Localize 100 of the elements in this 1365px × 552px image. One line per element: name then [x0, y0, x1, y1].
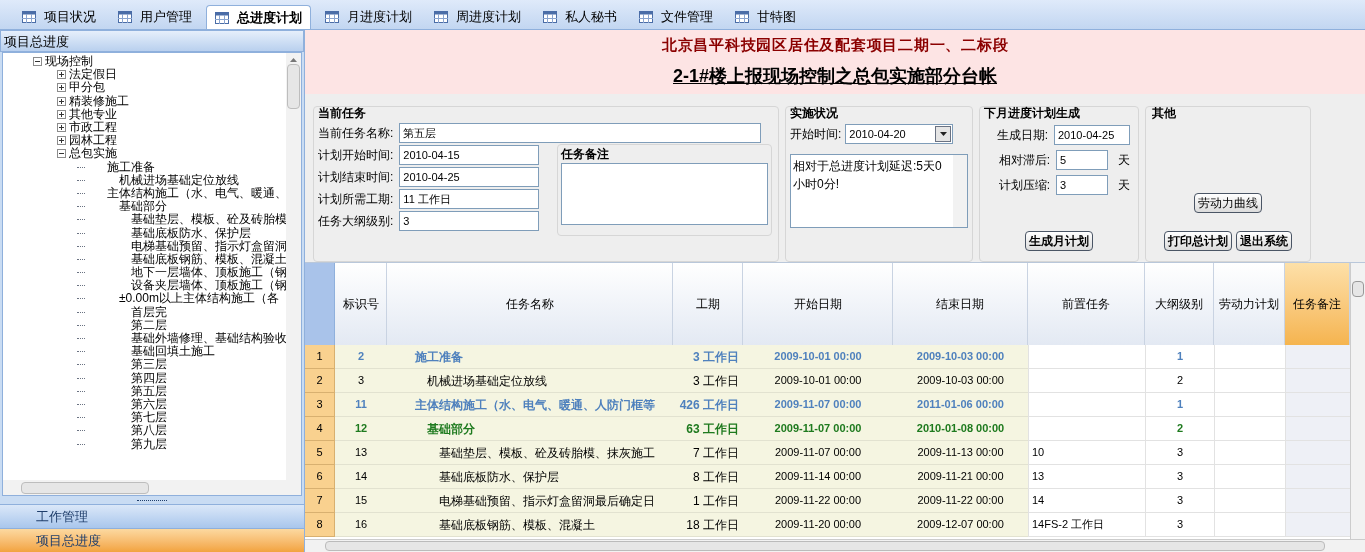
- table-row[interactable]: 8 16 基础底板钢筋、模板、混凝土 18 工作日 2009-11-20 00:00 2009-12-07 00:00 14FS-2 工作日 3: [305, 513, 1350, 537]
- column-header[interactable]: 前置任务: [1028, 263, 1145, 345]
- column-header[interactable]: 任务名称: [387, 263, 673, 345]
- table-cell: 1: [1145, 393, 1214, 417]
- tab[interactable]: 私人秘书: [535, 5, 625, 29]
- row-number: 1: [305, 345, 335, 369]
- textarea-scrollbar[interactable]: [953, 155, 967, 227]
- labor-curve-button[interactable]: 劳动力曲线: [1194, 193, 1262, 213]
- text-field[interactable]: 5: [1056, 149, 1108, 170]
- tree-item[interactable]: 电梯基础预留、指示灯盒留洞: [131, 239, 286, 253]
- tree-item[interactable]: 主体结构施工（水、电气、暖通、: [107, 186, 286, 200]
- column-header[interactable]: 劳动力计划: [1214, 263, 1285, 345]
- table-row[interactable]: 4 12 基础部分 63 工作日 2009-11-07 00:00 2010-01-08 00:00 2: [305, 417, 1350, 441]
- tree-item[interactable]: 其他专业: [69, 107, 117, 121]
- column-header[interactable]: 开始日期: [743, 263, 893, 345]
- tree-item[interactable]: 园林工程: [69, 134, 117, 148]
- table-cell: 13: [335, 441, 387, 465]
- tree-item[interactable]: 第三层: [131, 358, 167, 372]
- tree-item[interactable]: 基础回填土施工: [131, 345, 215, 359]
- scrollbar-thumb[interactable]: [325, 541, 1325, 551]
- expand-icon[interactable]: [57, 96, 66, 106]
- tab[interactable]: 项目状况: [14, 5, 104, 29]
- vertical-scrollbar[interactable]: [286, 53, 301, 480]
- tree-item[interactable]: 第六层: [131, 397, 167, 411]
- tree-item[interactable]: 基础部分: [119, 200, 167, 214]
- expand-icon[interactable]: [57, 136, 66, 146]
- collapse-icon[interactable]: [33, 57, 42, 67]
- tree-item[interactable]: 甲分包: [69, 81, 105, 95]
- tab[interactable]: 甘特图: [727, 5, 804, 29]
- tree-item[interactable]: 第四层: [131, 371, 167, 385]
- text-field[interactable]: 第五层: [399, 123, 762, 143]
- tree-item[interactable]: 法定假日: [69, 68, 117, 82]
- tree-item[interactable]: 第八层: [131, 424, 167, 438]
- table-row[interactable]: 5 13 基础垫层、模板、砼及砖胎模、抹灰施工 7 工作日 2009-11-07 00:00 2009-11-13 00:00 10 3: [305, 441, 1350, 465]
- tree-item[interactable]: 市政工程: [69, 121, 117, 135]
- text-field[interactable]: 2010-04-15: [399, 145, 540, 165]
- column-header[interactable]: 任务备注: [1285, 263, 1350, 345]
- table-cell: 14: [335, 465, 387, 489]
- action-button[interactable]: 退出系统: [1236, 231, 1292, 251]
- notes-textarea[interactable]: [561, 163, 768, 225]
- tree-item[interactable]: 地下一层墙体、顶板施工（钢: [131, 266, 286, 280]
- dropdown-button[interactable]: [935, 126, 952, 142]
- field-label: 计划结束时间:: [318, 169, 394, 186]
- tab[interactable]: 用户管理: [110, 5, 200, 29]
- tab[interactable]: 月进度计划: [317, 5, 420, 29]
- generate-button[interactable]: 生成月计划: [1025, 231, 1093, 251]
- tree-item[interactable]: 第九层: [131, 437, 167, 451]
- collapse-icon[interactable]: [57, 149, 66, 159]
- scrollbar-thumb[interactable]: [1352, 281, 1364, 297]
- table-cell: 基础底板钢筋、模板、混凝土: [387, 513, 673, 537]
- expand-icon[interactable]: [57, 70, 66, 80]
- expand-icon[interactable]: [57, 83, 66, 93]
- text-field[interactable]: 11 工作日: [399, 189, 540, 209]
- tree-item[interactable]: 基础底板钢筋、模板、混凝土: [131, 252, 286, 266]
- table-cell: 16: [335, 513, 387, 537]
- tree-item[interactable]: 精装修施工: [69, 94, 129, 108]
- tree-item[interactable]: 基础垫层、模板、砼及砖胎模: [131, 213, 286, 227]
- tree-item[interactable]: 第二层: [131, 318, 167, 332]
- table-row[interactable]: 3 11 主体结构施工（水、电气、暖通、人防门框等 426 工作日 2009-11-07 00:00 2011-01-06 00:00 1: [305, 393, 1350, 417]
- tab[interactable]: 文件管理: [631, 5, 721, 29]
- tree-item[interactable]: 施工准备: [107, 160, 155, 174]
- text-field[interactable]: 3: [1056, 174, 1108, 195]
- scroll-up-icon[interactable]: [290, 58, 297, 62]
- nav-button[interactable]: 工作管理: [0, 504, 304, 528]
- tree-connector: [77, 324, 85, 326]
- horizontal-scrollbar[interactable]: [305, 539, 1365, 552]
- tree-item[interactable]: 设备夹层墙体、顶板施工（钢: [131, 279, 286, 293]
- column-header[interactable]: 标识号: [335, 263, 387, 345]
- column-header[interactable]: 工期: [673, 263, 743, 345]
- expand-icon[interactable]: [57, 109, 66, 119]
- table-row[interactable]: 2 3 机械进场基础定位放线 3 工作日 2009-10-01 00:00 2009-10-03 00:00 2: [305, 369, 1350, 393]
- scrollbar-thumb[interactable]: [21, 481, 149, 494]
- table-row[interactable]: 1 2 施工准备 3 工作日 2009-10-01 00:00 2009-10-03 00:00 1: [305, 345, 1350, 369]
- action-button[interactable]: 打印总计划: [1164, 231, 1232, 251]
- expand-icon[interactable]: [57, 123, 66, 133]
- vertical-scrollbar[interactable]: [1350, 263, 1365, 539]
- table-row[interactable]: 6 14 基础底板防水、保护层 8 工作日 2009-11-14 00:00 2009-11-21 00:00 13 3: [305, 465, 1350, 489]
- tab[interactable]: 总进度计划: [206, 5, 311, 29]
- horizontal-scrollbar[interactable]: [3, 480, 301, 495]
- text-field[interactable]: 2010-04-25: [1054, 124, 1130, 145]
- tree-item[interactable]: 第五层: [131, 384, 167, 398]
- tab[interactable]: 周进度计划: [426, 5, 529, 29]
- table-cell: 2009-12-07 00:00: [893, 513, 1028, 537]
- nav-button[interactable]: 项目总进度: [0, 528, 304, 552]
- tree-item[interactable]: 基础外墙修理、基础结构验收: [131, 332, 286, 346]
- date-dropdown[interactable]: 2010-04-20: [845, 124, 954, 144]
- table-cell: 基础部分: [387, 417, 673, 441]
- tree-item[interactable]: 基础底板防水、保护层: [131, 226, 251, 240]
- text-field[interactable]: 2010-04-25: [399, 167, 540, 187]
- column-header[interactable]: 结束日期: [893, 263, 1028, 345]
- tree-item[interactable]: 首层完: [131, 305, 167, 319]
- scrollbar-thumb[interactable]: [287, 64, 300, 109]
- table-row[interactable]: 7 15 电梯基础预留、指示灯盒留洞最后确定日 1 工作日 2009-11-22 00:00 2009-11-22 00:00 14 3: [305, 489, 1350, 513]
- tree-item[interactable]: 机械进场基础定位放线: [119, 173, 239, 187]
- tree-item[interactable]: 总包实施: [69, 147, 117, 161]
- tree-item[interactable]: 现场控制: [45, 55, 93, 69]
- tree-item[interactable]: 第七层: [131, 411, 167, 425]
- tree-item[interactable]: ±0.00m以上主体结构施工（各: [119, 292, 279, 306]
- column-header[interactable]: 大纲级别: [1145, 263, 1214, 345]
- text-field[interactable]: 3: [399, 211, 540, 231]
